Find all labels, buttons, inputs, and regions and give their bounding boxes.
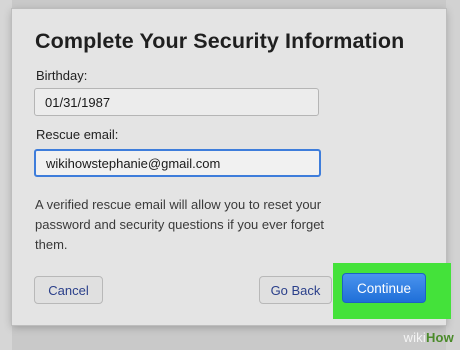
rescue-email-label: Rescue email: bbox=[36, 127, 119, 142]
birthday-field[interactable] bbox=[34, 88, 319, 116]
cancel-button[interactable]: Cancel bbox=[34, 276, 103, 304]
birthday-label: Birthday: bbox=[36, 68, 88, 83]
wikihow-watermark: wikiHow bbox=[403, 330, 454, 345]
go-back-button[interactable]: Go Back bbox=[259, 276, 332, 304]
watermark-wiki: wiki bbox=[403, 330, 426, 345]
security-info-dialog: Complete Your Security Information Birth… bbox=[12, 9, 451, 325]
dialog-title: Complete Your Security Information bbox=[35, 29, 405, 53]
watermark-how: How bbox=[425, 330, 454, 345]
rescue-email-description: A verified rescue email will allow you t… bbox=[35, 197, 325, 252]
background-window-left bbox=[0, 0, 12, 350]
continue-button[interactable]: Continue bbox=[342, 273, 426, 303]
rescue-email-field[interactable] bbox=[34, 149, 321, 177]
